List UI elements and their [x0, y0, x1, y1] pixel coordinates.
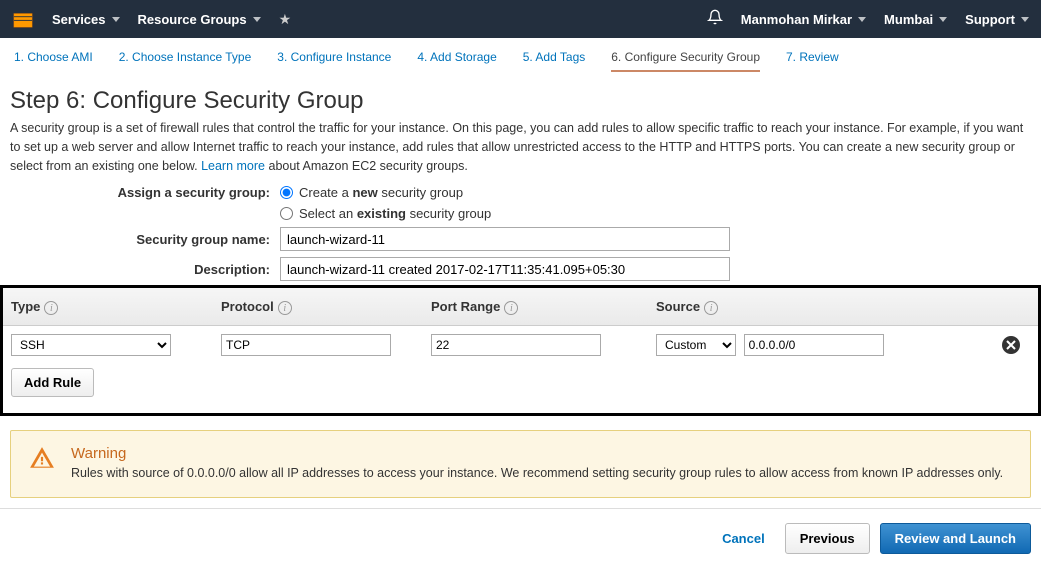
col-source-label: Source — [656, 299, 700, 314]
rule-row: SSH Custom — [3, 326, 1038, 364]
tab-choose-instance-type[interactable]: 2. Choose Instance Type — [119, 50, 252, 72]
add-rule-button[interactable]: Add Rule — [11, 368, 94, 397]
tab-configure-security-group[interactable]: 6. Configure Security Group — [611, 50, 760, 72]
description-text-post: about Amazon EC2 security groups. — [265, 159, 468, 173]
resource-groups-label: Resource Groups — [138, 12, 247, 27]
user-menu[interactable]: Manmohan Mirkar — [741, 12, 866, 27]
chevron-down-icon — [858, 17, 866, 22]
col-type-label: Type — [11, 299, 40, 314]
review-and-launch-button[interactable]: Review and Launch — [880, 523, 1031, 554]
cancel-button[interactable]: Cancel — [712, 525, 775, 552]
rule-protocol-input — [221, 334, 391, 356]
radio-select-existing[interactable] — [280, 207, 293, 220]
tab-add-tags[interactable]: 5. Add Tags — [523, 50, 586, 72]
radio-create-text: Create a new security group — [299, 185, 463, 200]
aws-logo[interactable] — [12, 8, 34, 30]
radio-select-text: Select an existing security group — [299, 206, 491, 221]
notifications-bell-icon[interactable] — [707, 9, 723, 30]
pin-icon[interactable]: ★ — [279, 11, 292, 28]
chevron-down-icon — [939, 17, 947, 22]
footer-actions: Cancel Previous Review and Launch — [0, 508, 1041, 568]
description-text: A security group is a set of firewall ru… — [10, 121, 1023, 173]
warning-triangle-icon — [29, 445, 55, 471]
info-icon[interactable]: i — [504, 301, 518, 315]
sg-name-label: Security group name: — [10, 232, 280, 247]
support-label: Support — [965, 12, 1015, 27]
rule-type-select[interactable]: SSH — [11, 334, 171, 356]
main-content: Step 6: Configure Security Group A secur… — [0, 87, 1041, 281]
previous-button[interactable]: Previous — [785, 523, 870, 554]
tab-configure-instance[interactable]: 3. Configure Instance — [277, 50, 391, 72]
rule-source-value-input[interactable] — [744, 334, 884, 356]
tab-choose-ami[interactable]: 1. Choose AMI — [14, 50, 93, 72]
tab-review[interactable]: 7. Review — [786, 50, 839, 72]
rules-header: Typei Protocoli Port Rangei Sourcei — [3, 288, 1038, 326]
rule-portrange-input — [431, 334, 601, 356]
warning-title: Warning — [71, 445, 1003, 462]
rule-source-mode-select[interactable]: Custom — [656, 334, 736, 356]
col-protocol-label: Protocol — [221, 299, 274, 314]
chevron-down-icon — [112, 17, 120, 22]
user-label: Manmohan Mirkar — [741, 12, 852, 27]
sg-description-label: Description: — [10, 262, 280, 277]
warning-panel: Warning Rules with source of 0.0.0.0/0 a… — [10, 430, 1031, 498]
chevron-down-icon — [253, 17, 261, 22]
remove-rule-button[interactable] — [1002, 336, 1020, 354]
chevron-down-icon — [1021, 17, 1029, 22]
support-menu[interactable]: Support — [965, 12, 1029, 27]
page-title: Step 6: Configure Security Group — [10, 87, 1031, 115]
resource-groups-menu[interactable]: Resource Groups — [138, 12, 261, 27]
tab-add-storage[interactable]: 4. Add Storage — [417, 50, 496, 72]
wizard-tabs: 1. Choose AMI 2. Choose Instance Type 3.… — [0, 38, 1041, 81]
info-icon[interactable]: i — [44, 301, 58, 315]
info-icon[interactable]: i — [704, 301, 718, 315]
info-icon[interactable]: i — [278, 301, 292, 315]
radio-create-new[interactable] — [280, 186, 293, 199]
services-label: Services — [52, 12, 106, 27]
region-label: Mumbai — [884, 12, 933, 27]
sg-description-input[interactable] — [280, 257, 730, 281]
page-description: A security group is a set of firewall ru… — [10, 119, 1031, 175]
top-navigation: Services Resource Groups ★ Manmohan Mirk… — [0, 0, 1041, 38]
col-portrange-label: Port Range — [431, 299, 500, 314]
warning-text: Rules with source of 0.0.0.0/0 allow all… — [71, 464, 1003, 483]
assign-sg-label: Assign a security group: — [10, 185, 280, 200]
sg-name-input[interactable] — [280, 227, 730, 251]
services-menu[interactable]: Services — [52, 12, 120, 27]
region-menu[interactable]: Mumbai — [884, 12, 947, 27]
learn-more-link[interactable]: Learn more — [201, 159, 265, 173]
rules-section: Typei Protocoli Port Rangei Sourcei SSH … — [0, 285, 1041, 416]
